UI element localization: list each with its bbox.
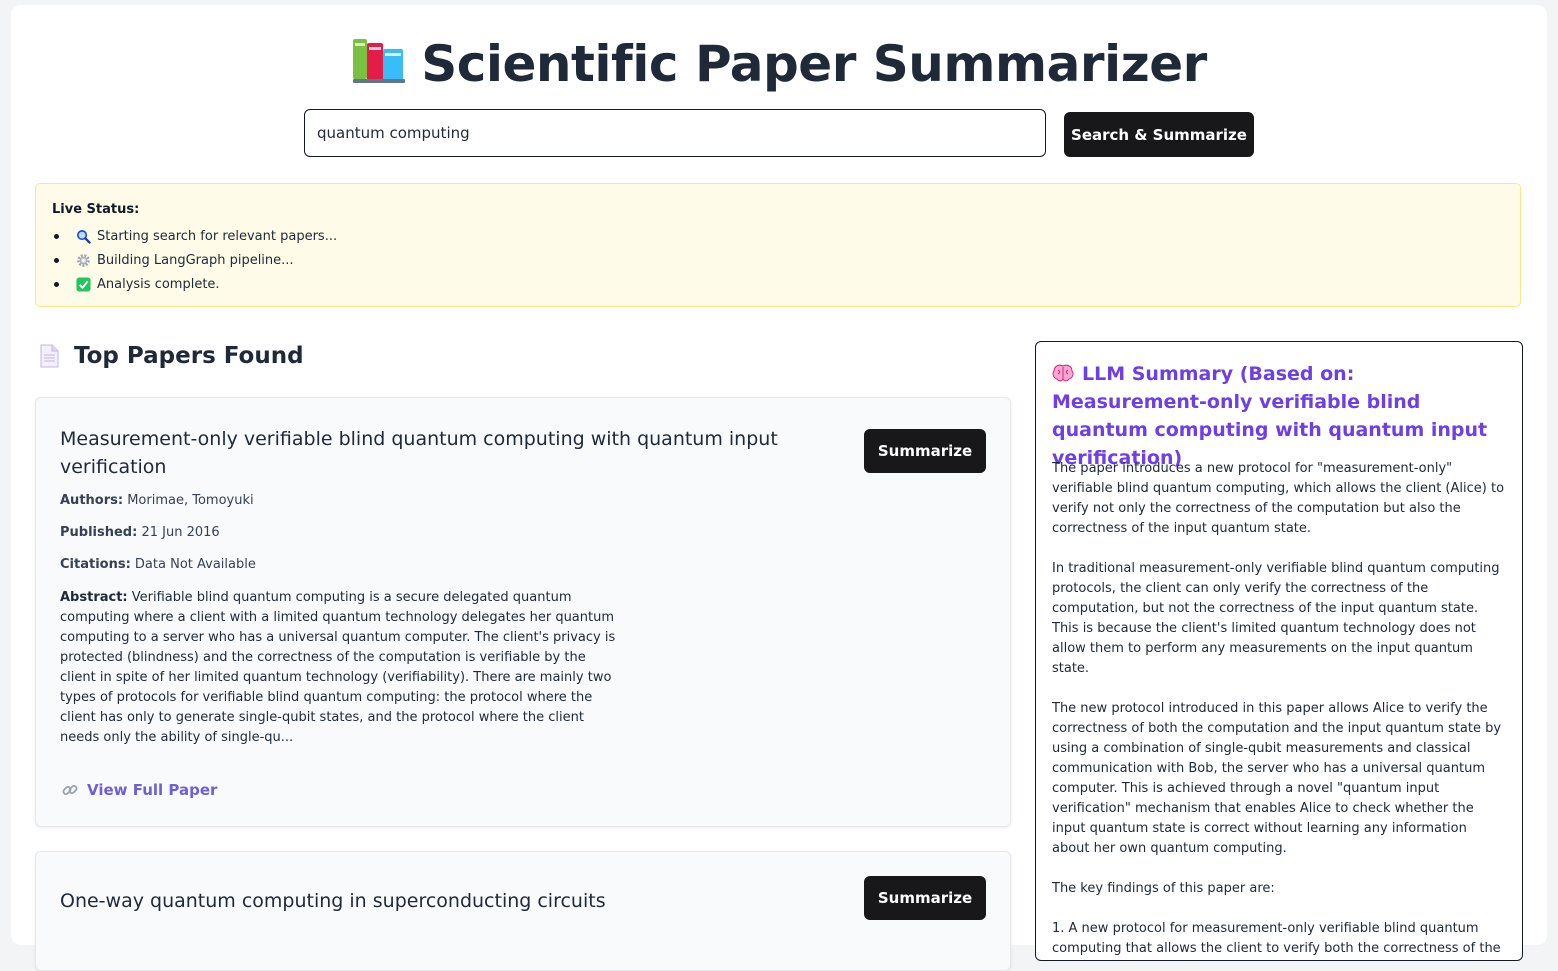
view-full-paper-link[interactable]: View Full Paper bbox=[62, 781, 217, 799]
link-icon bbox=[62, 785, 78, 795]
status-item-text: Analysis complete. bbox=[97, 276, 220, 292]
summary-paragraph: The key findings of this paper are: bbox=[1052, 881, 1275, 896]
paper-citations: Citations: Data Not Available bbox=[60, 557, 256, 572]
paper-citations-value: Data Not Available bbox=[134, 557, 256, 572]
magnifier-icon bbox=[77, 229, 91, 244]
live-status-panel: Live Status: Starting search for relevan… bbox=[35, 183, 1521, 307]
papers-section-title: Top Papers Found bbox=[38, 343, 304, 369]
status-item-text: Building LangGraph pipeline... bbox=[97, 252, 294, 268]
books-icon bbox=[353, 39, 406, 83]
document-icon bbox=[40, 344, 59, 368]
llm-summary-panel: LLM Summary (Based on: Measurement-only … bbox=[1035, 341, 1523, 961]
paper-abstract: Abstract: Verifiable blind quantum compu… bbox=[60, 590, 616, 745]
app-container: Scientific Paper Summarizer Search & Sum… bbox=[11, 5, 1547, 971]
status-item: Building LangGraph pipeline... bbox=[52, 248, 337, 272]
checkmark-icon bbox=[76, 276, 91, 292]
search-summarize-button[interactable]: Search & Summarize bbox=[1064, 112, 1254, 157]
gear-icon bbox=[77, 253, 90, 267]
status-item: Starting search for relevant papers... bbox=[52, 224, 337, 248]
live-status-title: Live Status: bbox=[52, 202, 140, 217]
paper-abstract-text: Verifiable blind quantum computing is a … bbox=[60, 590, 616, 745]
status-item-text: Starting search for relevant papers... bbox=[97, 228, 338, 244]
page-title-text: Scientific Paper Summarizer bbox=[421, 35, 1207, 93]
paper-authors-value: Morimae, Tomoyuki bbox=[127, 493, 254, 508]
llm-summary-body: The paper introduces a new protocol for … bbox=[1052, 459, 1508, 960]
summarize-button[interactable]: Summarize bbox=[864, 876, 986, 920]
page-title: Scientific Paper Summarizer bbox=[11, 35, 1547, 93]
paper-title: Measurement-only verifiable blind quantu… bbox=[60, 428, 778, 478]
search-input[interactable] bbox=[304, 109, 1046, 157]
brain-icon bbox=[1052, 364, 1074, 382]
summarize-button[interactable]: Summarize bbox=[864, 429, 986, 473]
summary-paragraph: 1. A new protocol for measurement-only v… bbox=[1052, 921, 1501, 956]
llm-summary-title-text: LLM Summary (Based on: Measurement-only … bbox=[1052, 363, 1488, 469]
paper-card: Measurement-only verifiable blind quantu… bbox=[35, 397, 1011, 827]
paper-title: One-way quantum computing in superconduc… bbox=[60, 890, 606, 912]
summary-paragraph: The new protocol introduced in this pape… bbox=[1052, 701, 1502, 856]
view-full-paper-label: View Full Paper bbox=[87, 781, 218, 799]
summary-paragraph: In traditional measurement-only verifiab… bbox=[1052, 561, 1500, 676]
llm-summary-title: LLM Summary (Based on: Measurement-only … bbox=[1052, 360, 1502, 472]
summary-paragraph: The paper introduces a new protocol for … bbox=[1052, 461, 1505, 536]
papers-section-title-text: Top Papers Found bbox=[74, 343, 304, 369]
paper-authors: Authors: Morimae, Tomoyuki bbox=[60, 493, 254, 508]
status-item: Analysis complete. bbox=[52, 272, 337, 296]
paper-published: Published: 21 Jun 2016 bbox=[60, 525, 220, 540]
paper-published-value: 21 Jun 2016 bbox=[141, 525, 220, 540]
status-list: Starting search for relevant papers... B… bbox=[52, 224, 337, 296]
paper-card: One-way quantum computing in superconduc… bbox=[35, 851, 1011, 971]
